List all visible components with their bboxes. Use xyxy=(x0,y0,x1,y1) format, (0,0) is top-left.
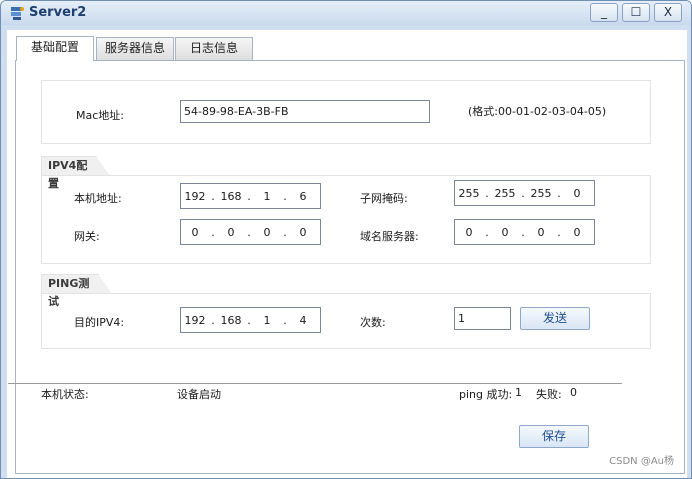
ip-octet: 0 xyxy=(573,225,581,239)
ip-octet: 4 xyxy=(299,313,307,327)
mac-section: Mac地址: 54-89-98-EA-3B-FB (格式:00-01-02-03… xyxy=(41,80,651,144)
dns-server-input[interactable]: 0. 0. 0. 0 xyxy=(454,219,595,245)
minimize-button[interactable]: _ xyxy=(590,3,618,22)
basic-config-panel: Mac地址: 54-89-98-EA-3B-FB (格式:00-01-02-03… xyxy=(8,60,685,474)
send-ping-button[interactable]: 发送 xyxy=(520,307,590,330)
ping-count-input[interactable]: 1 xyxy=(454,307,511,330)
ipv4-section: 本机地址: 192. 168. 1. 6 子网掩码: 255. 255. 255… xyxy=(41,175,651,264)
close-button[interactable]: X xyxy=(654,3,682,22)
ip-octet: 0 xyxy=(227,225,235,239)
subnet-mask-input[interactable]: 255. 255. 255. 0 xyxy=(454,180,595,206)
host-ip-input[interactable]: 192. 168. 1. 6 xyxy=(180,183,321,209)
host-status-label: 本机状态: xyxy=(41,388,89,401)
ping-target-ip-input[interactable]: 192. 168. 1. 4 xyxy=(180,307,321,333)
dns-label: 域名服务器: xyxy=(360,230,419,243)
gateway-input[interactable]: 0. 0. 0. 0 xyxy=(180,219,321,245)
ip-octet: 192 xyxy=(184,189,206,203)
server-config-window: Server2 _ ☐ X 基础配置 服务器信息 日志信息 Mac地址: 54-… xyxy=(0,0,692,479)
ping-success-count: 1 xyxy=(515,386,522,399)
ping-target-label: 目的IPV4: xyxy=(74,316,125,329)
server-app-icon xyxy=(11,7,24,20)
mac-address-input[interactable]: 54-89-98-EA-3B-FB xyxy=(180,100,430,123)
tab-basic-config[interactable]: 基础配置 xyxy=(16,36,94,61)
ip-octet: 0 xyxy=(191,225,199,239)
tab-log-info[interactable]: 日志信息 xyxy=(175,37,253,60)
ip-octet: 192 xyxy=(184,313,206,327)
window-title: Server2 xyxy=(29,5,87,20)
ip-octet: 0 xyxy=(465,225,473,239)
save-button[interactable]: 保存 xyxy=(519,425,589,448)
ip-octet: 255 xyxy=(458,186,480,200)
status-divider xyxy=(8,383,622,384)
ip-octet: 1 xyxy=(263,189,271,203)
mac-format-hint: (格式:00-01-02-03-04-05) xyxy=(468,105,607,118)
ip-octet: 168 xyxy=(220,313,242,327)
ip-octet: 255 xyxy=(530,186,552,200)
maximize-button[interactable]: ☐ xyxy=(622,3,650,22)
watermark: CSDN @Au杨 xyxy=(609,456,674,467)
ping-fail-label: 失败: xyxy=(536,388,562,401)
ip-octet: 168 xyxy=(220,189,242,203)
host-status-value: 设备启动 xyxy=(177,388,221,401)
mac-address-value: 54-89-98-EA-3B-FB xyxy=(184,105,289,118)
ipv4-group-title: IPV4配置 xyxy=(41,156,110,190)
ip-octet: 0 xyxy=(501,225,509,239)
ip-octet: 1 xyxy=(263,313,271,327)
ping-fail-count: 0 xyxy=(570,386,577,399)
title-bar[interactable]: Server2 _ ☐ X xyxy=(1,1,691,25)
ping-count-value: 1 xyxy=(458,312,465,325)
tab-server-info[interactable]: 服务器信息 xyxy=(96,37,174,60)
ping-section: 目的IPV4: 192. 168. 1. 4 次数: 1 发送 xyxy=(41,293,651,349)
ip-octet: 0 xyxy=(573,186,581,200)
client-area: 基础配置 服务器信息 日志信息 Mac地址: 54-89-98-EA-3B-FB… xyxy=(7,30,687,478)
ip-octet: 6 xyxy=(299,189,307,203)
ip-octet: 255 xyxy=(494,186,516,200)
ping-success-label: ping 成功: xyxy=(459,388,513,401)
gateway-label: 网关: xyxy=(74,230,100,243)
ping-group-title: PING测试 xyxy=(41,274,112,308)
ip-octet: 0 xyxy=(537,225,545,239)
ip-octet: 0 xyxy=(299,225,307,239)
subnet-label: 子网掩码: xyxy=(360,192,408,205)
mac-label: Mac地址: xyxy=(76,109,124,122)
ping-count-label: 次数: xyxy=(360,316,386,329)
host-ip-label: 本机地址: xyxy=(74,192,122,205)
ip-octet: 0 xyxy=(263,225,271,239)
